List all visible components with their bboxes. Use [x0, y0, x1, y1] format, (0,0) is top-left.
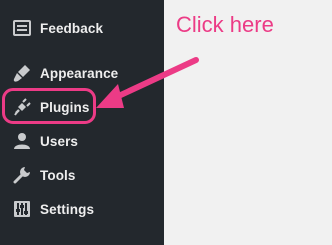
annotation-arrow: [96, 57, 199, 108]
